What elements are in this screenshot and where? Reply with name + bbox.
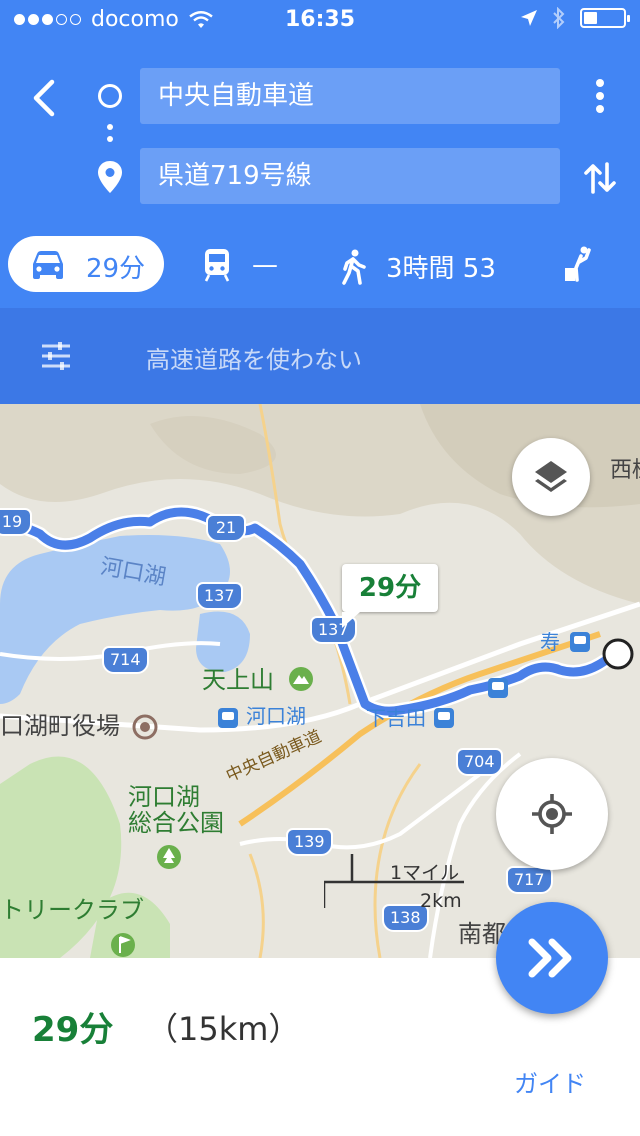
origin-input[interactable]: 中央自動車道 (140, 68, 560, 124)
mountain-label: 天上山 (202, 666, 274, 694)
road-shield: 717 (506, 866, 553, 894)
map-scale: 1マイル 2km (324, 844, 464, 914)
summary-time: 29分 (32, 1010, 114, 1050)
car-icon (33, 251, 63, 279)
station-label-kotobuki: 寿 (540, 630, 560, 654)
road-shield: 704 (456, 748, 503, 776)
scale-metric: 2km (420, 890, 462, 912)
road-shield: 137 (196, 582, 243, 610)
car-time: 29分 (86, 254, 146, 284)
summary-distance: （15km） (146, 1010, 301, 1048)
back-icon (33, 79, 55, 117)
transit-time: — (252, 250, 278, 280)
swap-button[interactable] (578, 156, 622, 200)
road-shield: 21 (206, 514, 246, 542)
walk-time: 3時間 53 (386, 254, 496, 284)
swap-icon (584, 162, 616, 194)
mountain-icon (289, 667, 313, 691)
battery-icon (580, 8, 630, 28)
road-shield: 19 (0, 508, 32, 536)
scale-imperial: 1マイル (390, 862, 460, 884)
park-icon (157, 845, 181, 869)
bus-stop-icon (218, 708, 238, 728)
town-hall-icon (132, 714, 158, 740)
route-options-label: 高速道路を使わない (146, 346, 362, 374)
tune-icon (42, 342, 70, 370)
tab-driving[interactable]: 29分 (8, 236, 164, 292)
town-hall-label: 口湖町役場 (0, 712, 120, 740)
park-label: 河口湖 総合公園 (128, 783, 224, 838)
route-endpoint-marker (602, 638, 634, 670)
layers-icon (535, 461, 567, 492)
city-west-label: 西桂 (610, 458, 640, 483)
travel-mode-tabs: 29分 — 3時間 53 (0, 232, 640, 296)
origin-circle-icon (98, 84, 122, 108)
station-label-kawaguchiko: 河口湖 (246, 704, 306, 728)
navigation-icon (528, 938, 572, 978)
back-button[interactable] (26, 74, 66, 122)
my-location-icon (532, 794, 572, 834)
bus-stop-icon (434, 708, 454, 728)
start-navigation-button[interactable] (496, 902, 608, 1014)
tab-ride[interactable] (562, 246, 592, 286)
route-time-callout[interactable]: 29分 (342, 564, 438, 628)
route-connector-dots (107, 124, 113, 146)
layers-button[interactable] (512, 438, 590, 516)
destination-pin-icon (98, 161, 122, 193)
train-icon (204, 249, 230, 282)
bluetooth-icon (553, 7, 565, 29)
tab-walking[interactable]: 3時間 53 (340, 248, 496, 285)
bus-stop-icon (488, 678, 508, 698)
ride-icon (565, 246, 591, 282)
club-label: トリークラブ (0, 896, 144, 924)
destination-input[interactable]: 県道719号線 (140, 148, 560, 204)
guide-label[interactable]: ガイド (514, 1064, 586, 1099)
golf-icon (111, 933, 135, 957)
location-arrow-icon (521, 10, 537, 26)
road-shield: 714 (102, 646, 149, 674)
map-view[interactable]: 河口湖 天上山 河口湖 下吉田 寿 口湖町役場 河口湖 総合公園 中央自動車道 … (0, 404, 640, 958)
status-bar: docomo 16:35 (0, 0, 640, 40)
directions-header: docomo 16:35 中央自動車道 県道719号線 29分 — 3時間 53 (0, 0, 640, 308)
route-options-bar[interactable]: 高速道路を使わない (0, 308, 640, 404)
tab-transit[interactable]: — (204, 248, 278, 282)
more-vert-icon (588, 79, 612, 113)
station-label-shimoyoshida: 下吉田 (366, 706, 426, 730)
battery-level (584, 12, 597, 24)
more-options-button[interactable] (588, 76, 612, 116)
bus-stop-icon (570, 632, 590, 652)
my-location-button[interactable] (496, 758, 608, 870)
walk-icon (342, 249, 366, 285)
